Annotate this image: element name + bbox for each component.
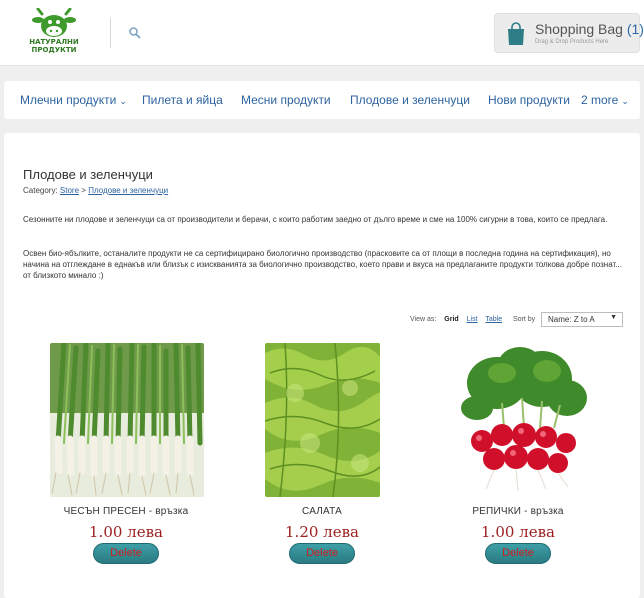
category-description: Сезонните ни плодове и зеленчуци са от п…	[23, 215, 608, 224]
product-price: 1.00 лева	[481, 523, 555, 541]
shopping-bag-icon	[506, 22, 526, 46]
product-image-lettuce[interactable]	[265, 343, 380, 497]
shopping-bag-hint: Drag & Drop Products Here	[535, 39, 609, 45]
category-description-note: Освен био-ябълките, останалите продукти …	[23, 249, 622, 280]
shopping-bag-widget[interactable]: Shopping Bag (1) Drag & Drop Products He…	[494, 13, 644, 53]
breadcrumb: Category: Store > Плодове и зеленчуци	[23, 186, 169, 195]
sort-by-label: Sort by	[513, 316, 536, 323]
nav-item-more[interactable]: 2 more ⌄	[581, 93, 629, 107]
view-as-switcher: View as: Grid List Table	[410, 316, 503, 323]
product-price: 1.20 лева	[285, 523, 359, 541]
nav-item-fruits-vegetables[interactable]: Плодове и зеленчуци	[350, 93, 470, 107]
product-name[interactable]: САЛАТА	[224, 506, 420, 517]
product-image-radishes[interactable]	[442, 343, 596, 497]
chevron-down-icon: ▼	[610, 314, 617, 321]
breadcrumb-store-link[interactable]: Store	[60, 186, 79, 195]
site-logo[interactable]: НАТУРАЛНИ ПРОДУКТИ	[24, 7, 84, 56]
shopping-bag-title: Shopping Bag (1)	[535, 21, 644, 37]
header-divider	[110, 18, 111, 48]
chevron-down-icon: ⌄	[119, 96, 127, 106]
delete-button[interactable]: Delete	[289, 543, 355, 564]
nav-item-new-products[interactable]: Нови продукти	[488, 93, 570, 107]
product-card[interactable]: РЕПИЧКИ - връзка 1.00 лева Delete	[420, 343, 616, 568]
category-nav: Млечни продукти ⌄ Пилета и яйца Месни про…	[4, 81, 640, 119]
product-price: 1.00 лева	[89, 523, 163, 541]
shopping-bag-count: (1)	[626, 21, 644, 37]
product-card[interactable]: САЛАТА 1.20 лева Delete	[224, 343, 420, 568]
chevron-down-icon: ⌄	[621, 96, 629, 106]
nav-item-chicken-eggs[interactable]: Пилета и яйца	[142, 93, 223, 107]
sort-select[interactable]: Name: Z to A ▼	[541, 312, 623, 327]
logo-text: НАТУРАЛНИ ПРОДУКТИ	[29, 38, 79, 54]
site-header: НАТУРАЛНИ ПРОДУКТИ Shopping Bag (1) Drag…	[0, 0, 644, 66]
nav-item-meat[interactable]: Месни продукти	[241, 93, 331, 107]
product-image-green-garlic[interactable]	[50, 343, 204, 497]
breadcrumb-category-link[interactable]: Плодове и зеленчуци	[88, 186, 168, 195]
view-table-option[interactable]: Table	[485, 316, 502, 323]
view-grid-option[interactable]: Grid	[444, 316, 458, 323]
product-card[interactable]: ЧЕСЪН ПРЕСЕН - връзка 1.00 лева Delete	[28, 343, 224, 568]
product-name[interactable]: РЕПИЧКИ - връзка	[420, 506, 616, 517]
delete-button[interactable]: Delete	[485, 543, 551, 564]
cow-logo-icon	[32, 7, 76, 37]
search-icon[interactable]	[128, 26, 142, 40]
main-content: Плодове и зеленчуци Category: Store > Пл…	[4, 133, 640, 598]
page-title: Плодове и зеленчуци	[23, 167, 153, 182]
delete-button[interactable]: Delete	[93, 543, 159, 564]
nav-item-dairy[interactable]: Млечни продукти ⌄	[20, 93, 127, 107]
view-list-option[interactable]: List	[467, 316, 478, 323]
product-name[interactable]: ЧЕСЪН ПРЕСЕН - връзка	[28, 506, 224, 517]
